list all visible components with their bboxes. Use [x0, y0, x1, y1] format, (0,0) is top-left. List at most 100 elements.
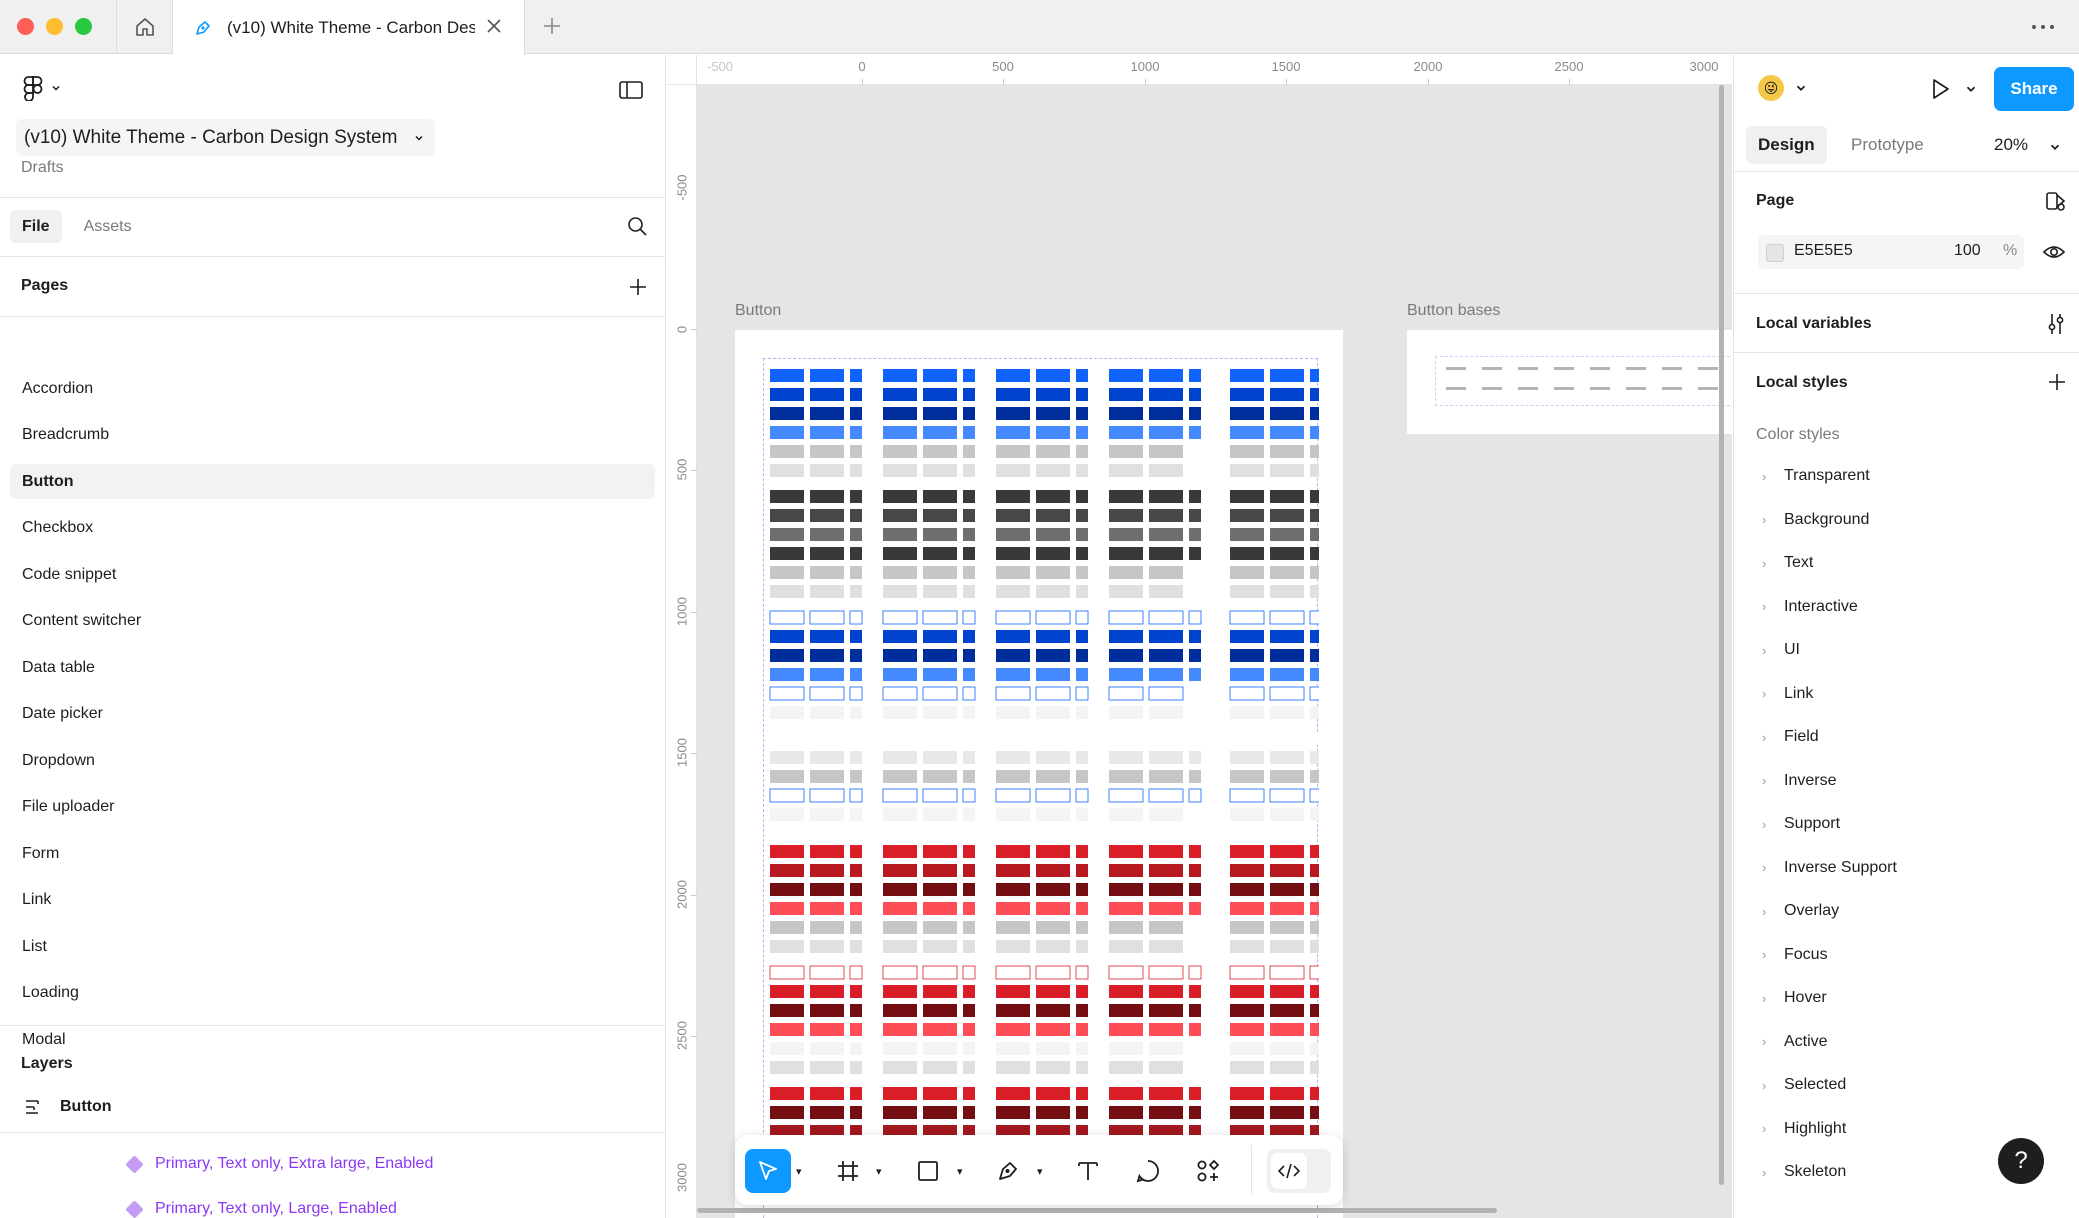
frame-label-button[interactable]: Button [735, 302, 781, 320]
button-variant-thumb[interactable] [1076, 585, 1088, 598]
button-variant-thumb[interactable] [1149, 509, 1183, 522]
button-variant-thumb[interactable] [923, 808, 957, 821]
button-variant-thumb[interactable] [923, 407, 957, 420]
layer-item-button[interactable]: Button [24, 1098, 112, 1116]
button-variant-thumb[interactable] [1270, 649, 1304, 662]
color-style-group[interactable]: › Inverse [1756, 765, 2066, 797]
button-variant-thumb[interactable] [1310, 668, 1322, 681]
color-style-group[interactable]: › Text [1756, 547, 2066, 579]
button-variant-thumb[interactable] [1310, 845, 1322, 858]
button-variant-thumb[interactable] [883, 585, 917, 598]
chevron-down-icon[interactable] [1794, 81, 1808, 95]
chevron-right-icon[interactable]: › [1756, 1078, 1784, 1093]
button-variant-thumb[interactable] [770, 1087, 804, 1100]
button-variant-thumb[interactable] [1148, 610, 1184, 625]
button-variant-thumb[interactable] [1149, 1106, 1183, 1119]
button-base-thumb[interactable] [1698, 387, 1718, 390]
button-variant-thumb[interactable] [923, 528, 957, 541]
button-variant-thumb[interactable] [1189, 883, 1201, 896]
button-variant-thumb[interactable] [1036, 407, 1070, 420]
sidebar-item-page[interactable]: Modal [10, 1022, 655, 1057]
button-variant-thumb[interactable] [962, 610, 976, 625]
button-variant-thumb[interactable] [810, 1042, 844, 1055]
button-variant-thumb[interactable] [1270, 547, 1304, 560]
button-variant-thumb[interactable] [1189, 864, 1201, 877]
button-variant-thumb[interactable] [996, 388, 1030, 401]
button-variant-thumb[interactable] [1310, 770, 1322, 783]
button-variant-thumb[interactable] [850, 407, 862, 420]
sidebar-item-page[interactable]: Button [10, 464, 655, 499]
button-variant-thumb[interactable] [883, 732, 917, 745]
file-name-button[interactable]: (v10) White Theme - Carbon Design System [16, 119, 436, 156]
button-variants-grid[interactable] [763, 358, 1323, 1218]
button-variant-thumb[interactable] [1109, 464, 1143, 477]
button-variant-thumb[interactable] [996, 407, 1030, 420]
button-variant-thumb[interactable] [883, 1061, 917, 1074]
button-variant-thumb[interactable] [1036, 668, 1070, 681]
button-variant-thumb[interactable] [1310, 630, 1322, 643]
button-variant-thumb[interactable] [1270, 630, 1304, 643]
button-variant-thumb[interactable] [1036, 528, 1070, 541]
button-variant-thumb[interactable] [883, 566, 917, 579]
button-variant-thumb[interactable] [923, 921, 957, 934]
button-variant-thumb[interactable] [1149, 528, 1183, 541]
button-variant-thumb[interactable] [849, 686, 863, 701]
button-variant-thumb[interactable] [923, 706, 957, 719]
button-variant-thumb[interactable] [1036, 808, 1070, 821]
button-variant-thumb[interactable] [923, 649, 957, 662]
button-variant-thumb[interactable] [1149, 388, 1183, 401]
button-variant-thumb[interactable] [1310, 751, 1322, 764]
button-variant-thumb[interactable] [1108, 686, 1144, 701]
button-variant-thumb[interactable] [883, 921, 917, 934]
color-style-group[interactable]: › Focus [1756, 939, 2066, 971]
button-variant-thumb[interactable] [1270, 921, 1304, 934]
vertical-scrollbar[interactable] [1719, 85, 1724, 1185]
button-base-thumb[interactable] [1482, 387, 1502, 390]
button-variant-thumb[interactable] [1109, 1087, 1143, 1100]
button-variant-thumb[interactable] [770, 1042, 804, 1055]
button-variant-thumb[interactable] [1310, 407, 1322, 420]
button-variant-thumb[interactable] [1230, 509, 1264, 522]
button-variant-thumb[interactable] [770, 464, 804, 477]
button-variant-thumb[interactable] [1109, 547, 1143, 560]
button-variant-thumb[interactable] [1230, 426, 1264, 439]
button-variant-thumb[interactable] [770, 630, 804, 643]
button-variant-thumb[interactable] [1188, 788, 1202, 803]
button-variant-thumb[interactable] [1109, 845, 1143, 858]
button-variant-thumb[interactable] [883, 751, 917, 764]
zoom-level[interactable]: 20% [1994, 135, 2028, 155]
button-variant-thumb[interactable] [882, 610, 918, 625]
button-variant-thumb[interactable] [1076, 808, 1088, 821]
button-variant-thumb[interactable] [883, 547, 917, 560]
button-variant-thumb[interactable] [849, 965, 863, 980]
button-base-thumb[interactable] [1446, 367, 1466, 370]
button-variant-thumb[interactable] [1109, 985, 1143, 998]
button-variant-thumb[interactable] [810, 1061, 844, 1074]
button-variant-thumb[interactable] [1108, 965, 1144, 980]
text-tool-button[interactable] [1065, 1149, 1111, 1193]
button-variant-thumb[interactable] [1230, 883, 1264, 896]
button-variant-thumb[interactable] [1076, 426, 1088, 439]
button-variant-thumb[interactable] [882, 686, 918, 701]
button-variant-thumb[interactable] [996, 630, 1030, 643]
button-variant-thumb[interactable] [1149, 649, 1183, 662]
button-variant-thumb[interactable] [963, 547, 975, 560]
button-variant-thumb[interactable] [1230, 630, 1264, 643]
button-base-thumb[interactable] [1554, 367, 1574, 370]
button-variant-thumb[interactable] [1230, 902, 1264, 915]
button-variant-thumb[interactable] [996, 751, 1030, 764]
button-variant-thumb[interactable] [1310, 566, 1322, 579]
main-menu-button[interactable] [22, 75, 62, 101]
button-variant-thumb[interactable] [1148, 686, 1184, 701]
button-variant-thumb[interactable] [1310, 808, 1322, 821]
button-variant-thumb[interactable] [963, 921, 975, 934]
button-variant-thumb[interactable] [809, 788, 845, 803]
user-avatar[interactable]: 😜 [1758, 75, 1784, 101]
sidebar-item-page[interactable]: Link [10, 883, 655, 918]
button-variant-thumb[interactable] [1270, 445, 1304, 458]
sidebar-item-page[interactable]: Dropdown [10, 743, 655, 778]
button-variant-thumb[interactable] [810, 808, 844, 821]
button-variant-thumb[interactable] [1230, 388, 1264, 401]
button-variant-thumb[interactable] [883, 1087, 917, 1100]
button-variant-thumb[interactable] [1109, 1061, 1143, 1074]
